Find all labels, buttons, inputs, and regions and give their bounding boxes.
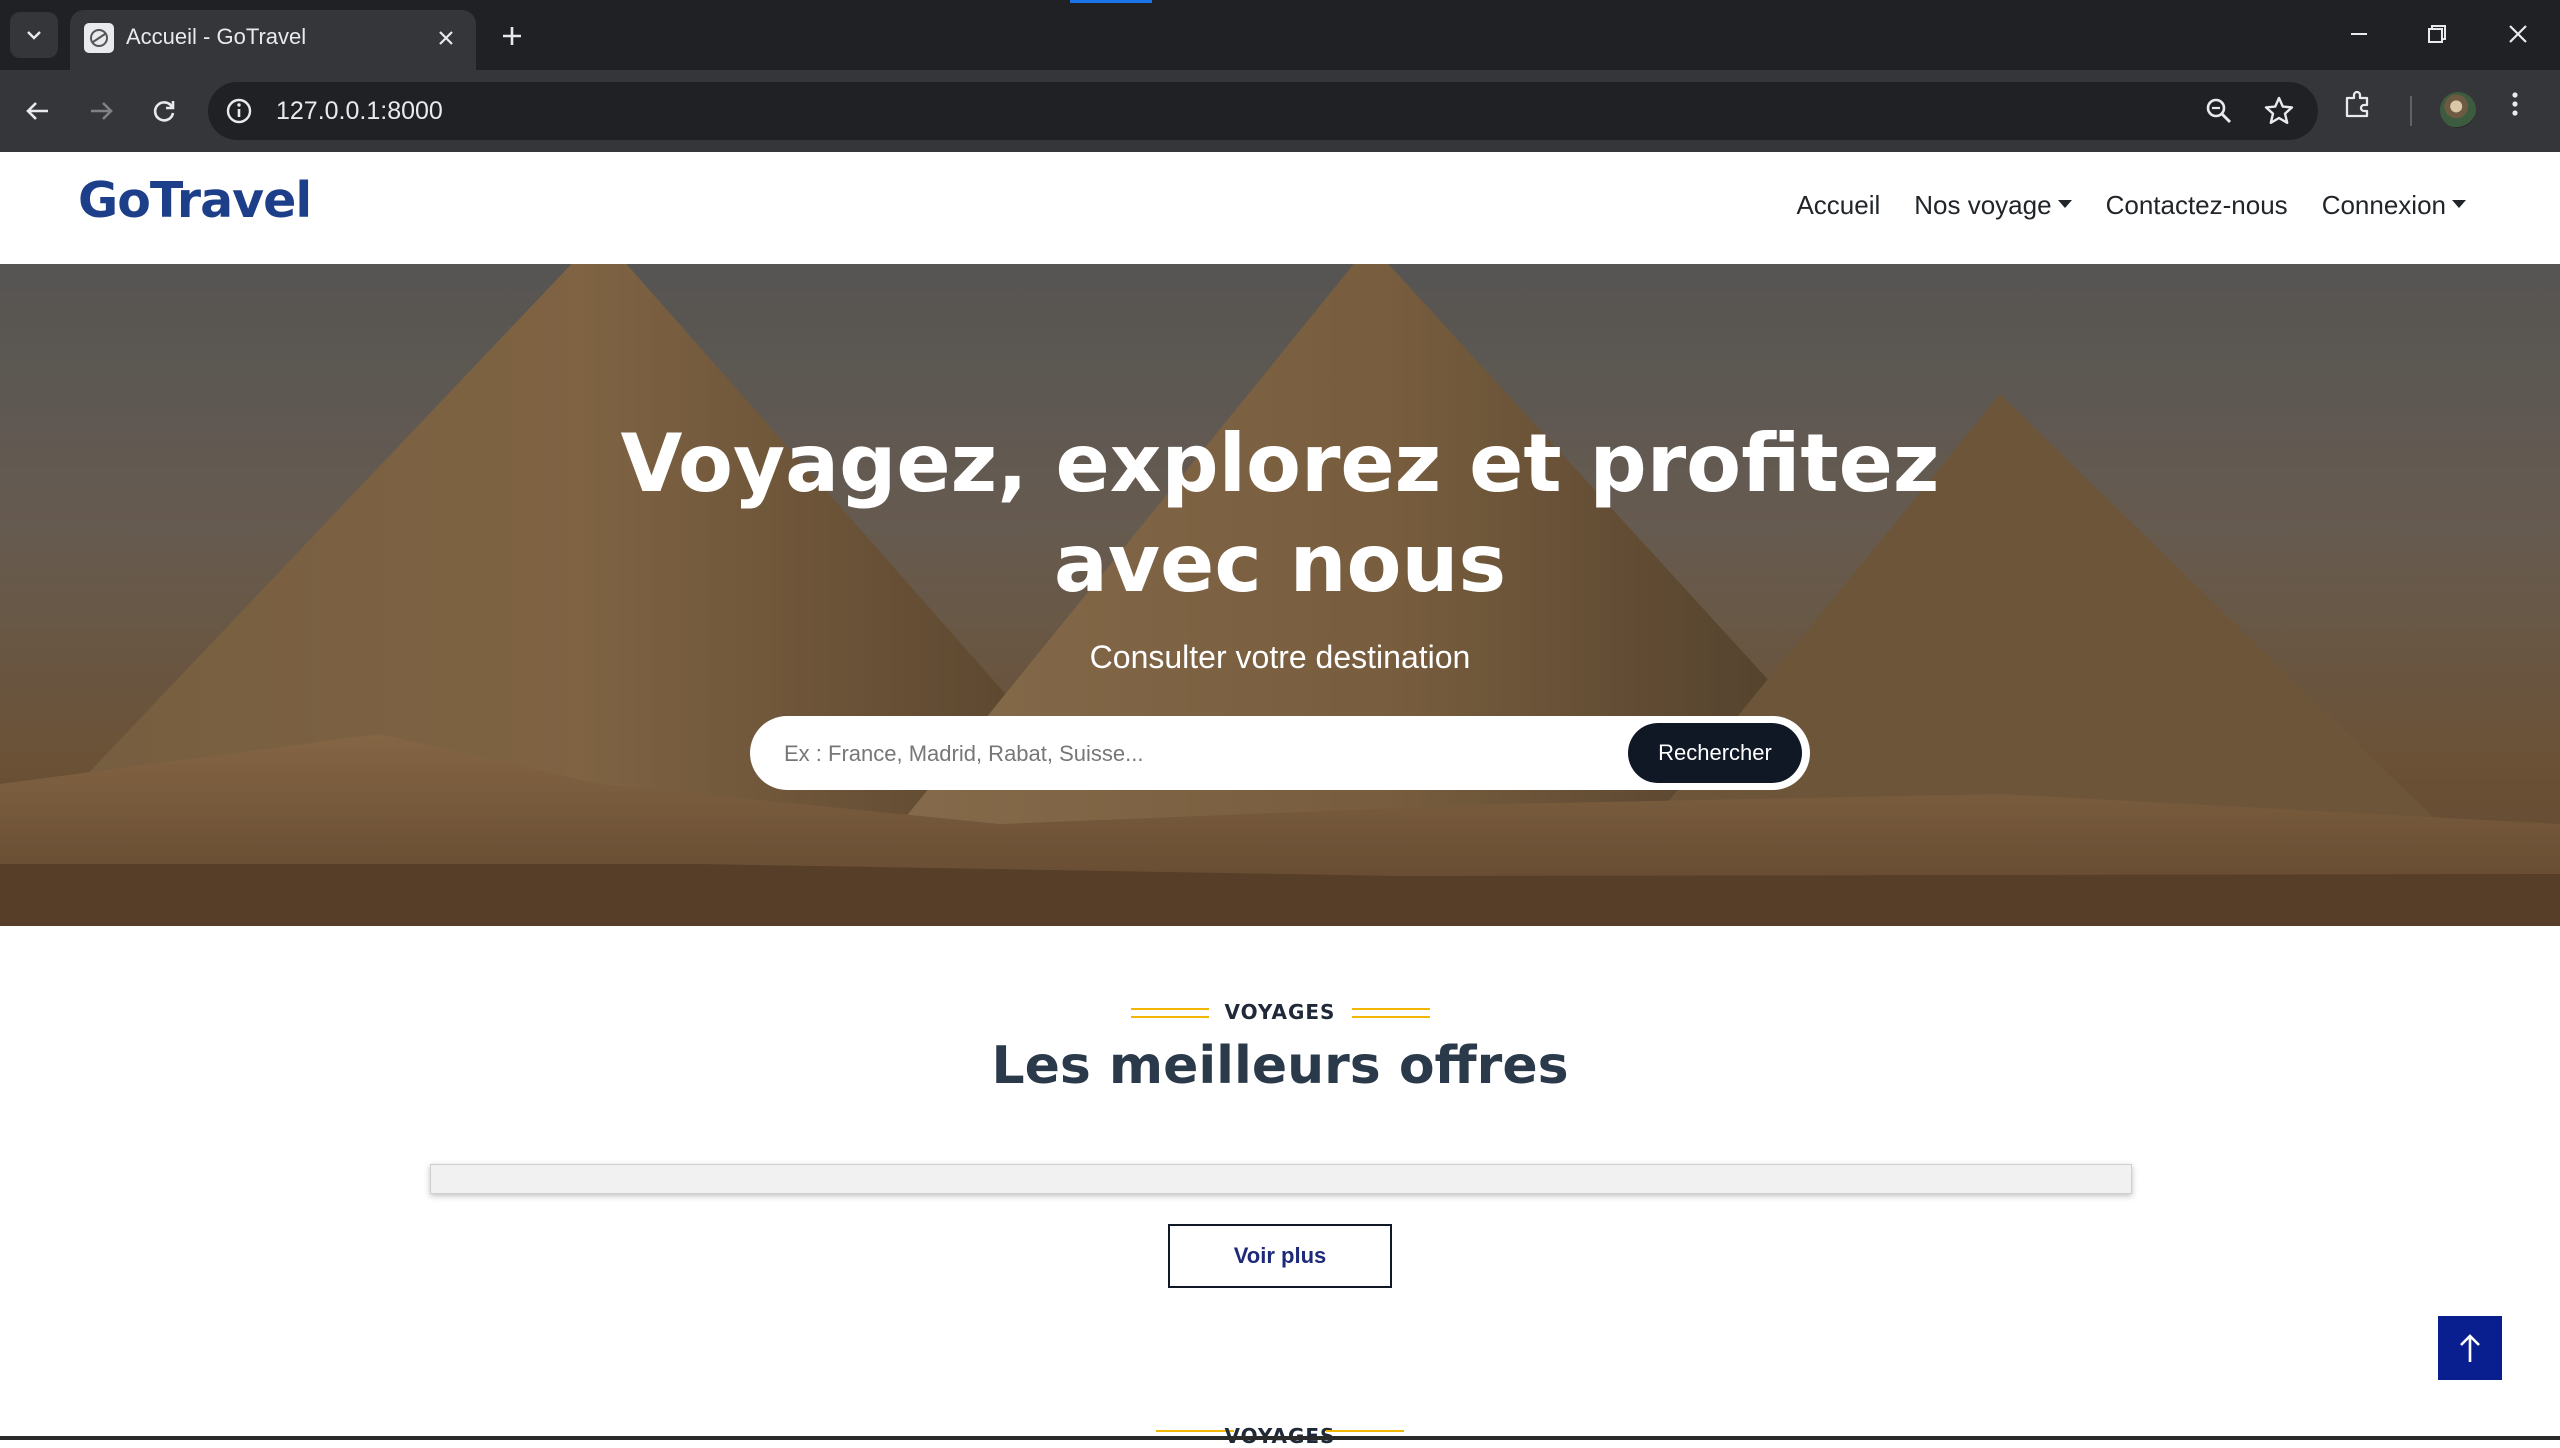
profile-avatar[interactable] (2440, 92, 2476, 128)
tab-title: Accueil - GoTravel (126, 24, 307, 49)
url-text[interactable]: 127.0.0.1:8000 (276, 97, 443, 126)
menu-dots-icon[interactable] (2500, 89, 2544, 133)
nav-login-dropdown[interactable]: Connexion (2322, 190, 2466, 221)
nav-contact[interactable]: Contactez-nous (2106, 190, 2288, 221)
toolbar-divider (2410, 96, 2412, 126)
back-icon[interactable] (16, 89, 60, 133)
nav-login-label: Connexion (2321, 190, 2446, 220)
hero-title: Voyagez, explorez et profitez avec nous (620, 417, 1940, 610)
destination-search-input[interactable] (782, 734, 1546, 774)
zoom-icon[interactable] (2202, 94, 2236, 128)
minimize-icon[interactable] (2334, 14, 2384, 54)
nav-trips-label: Nos voyage (1914, 190, 2052, 220)
tab-list-icon[interactable] (10, 12, 58, 58)
nav-trips-dropdown[interactable]: Nos voyage (1914, 190, 2072, 221)
site-info-icon[interactable] (222, 94, 256, 128)
nav-contact-label: Contactez-nous (2105, 190, 2288, 220)
address-bar[interactable]: 127.0.0.1:8000 (208, 82, 2318, 140)
section-tag: VOYAGES (1224, 1000, 1336, 1024)
caret-down-icon (2057, 199, 2072, 208)
site-logo[interactable]: GoTravel (78, 172, 312, 229)
caret-down-icon (2452, 199, 2466, 208)
section-title: Les meilleurs offres (991, 1036, 1569, 1096)
see-more-button[interactable]: Voir plus (1168, 1224, 1392, 1288)
favicon-icon (84, 23, 114, 53)
arrow-up-icon (2460, 1334, 2480, 1362)
browser-tab-bar: Accueil - GoTravel (0, 0, 2560, 70)
window-bottom-edge (0, 1436, 2560, 1440)
tag-line-right (1352, 1008, 1430, 1018)
hero-subtitle: Consulter votre destination (1089, 639, 1471, 675)
reload-icon[interactable] (142, 89, 186, 133)
offers-carousel (430, 1164, 2132, 1194)
nav-home[interactable]: Accueil (1796, 190, 1880, 221)
back-to-top-button[interactable] (2438, 1316, 2502, 1380)
destination-search-form: Rechercher (750, 716, 1810, 790)
loading-indicator (1070, 0, 1152, 3)
hero-banner: Voyagez, explorez et profitez avec nous … (0, 264, 2560, 926)
close-icon[interactable] (430, 22, 462, 54)
main-nav: Accueil Nos voyage Contactez-nous Connex… (1796, 190, 2466, 221)
site-header: GoTravel Accueil Nos voyage Contactez-no… (0, 152, 2560, 265)
window-close-icon[interactable] (2493, 14, 2543, 54)
extensions-icon[interactable] (2343, 89, 2387, 133)
restore-icon[interactable] (2412, 14, 2462, 54)
browser-toolbar: 127.0.0.1:8000 (0, 70, 2560, 152)
search-button[interactable]: Rechercher (1628, 723, 1802, 783)
new-tab-icon[interactable] (494, 18, 530, 54)
browser-tab[interactable]: Accueil - GoTravel (70, 10, 476, 70)
forward-icon[interactable] (79, 89, 123, 133)
bookmark-star-icon[interactable] (2262, 94, 2296, 128)
nav-home-label: Accueil (1796, 190, 1881, 220)
